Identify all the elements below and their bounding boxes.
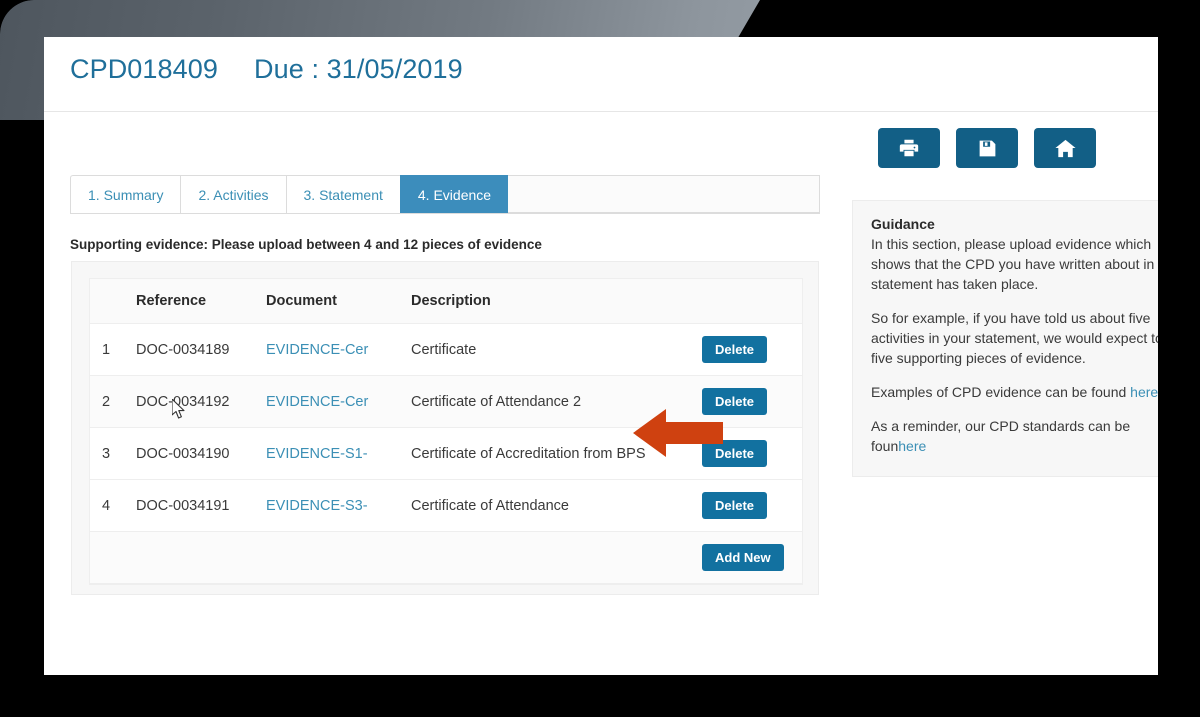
row-reference: DOC-0034189 <box>136 323 266 376</box>
guidance-panel: Guidance In this section, please upload … <box>852 200 1158 477</box>
print-button[interactable] <box>878 128 940 168</box>
row-document: EVIDENCE-Cer <box>266 375 411 428</box>
table-row: 3 DOC-0034190 EVIDENCE-S1- Certificate o… <box>90 427 802 480</box>
section-subtitle: Supporting evidence: Please upload betwe… <box>70 237 542 252</box>
print-icon <box>898 137 920 159</box>
cpd-due-date: Due : 31/05/2019 <box>254 54 463 84</box>
evidence-table-wrapper: Reference Document Description 1 DOC-003… <box>89 278 803 585</box>
row-description: Certificate of Accreditation from BPS <box>411 427 702 480</box>
table-footer-row: Add New <box>90 531 802 584</box>
tab-bar: 1. Summary 2. Activities 3. Statement 4.… <box>70 175 820 214</box>
row-actions: Delete <box>702 479 802 532</box>
device-frame: CPD018409 Due : 31/05/2019 1. Summary 2.… <box>0 0 1200 717</box>
guidance-line: shows that the CPD you have written abou… <box>871 256 1155 272</box>
table-row: 1 DOC-0034189 EVIDENCE-Cer Certificate D… <box>90 323 802 376</box>
guidance-paragraph-3: Examples of CPD evidence can be found he… <box>871 382 1158 402</box>
evidence-panel: Reference Document Description 1 DOC-003… <box>71 261 819 595</box>
toolbar <box>878 128 1096 168</box>
row-document: EVIDENCE-S3- <box>266 479 411 532</box>
row-index: 3 <box>90 427 136 480</box>
tab-statement[interactable]: 3. Statement <box>285 175 400 213</box>
cpd-standards-link[interactable]: here <box>898 438 926 454</box>
page-title: CPD018409 Due : 31/05/2019 <box>70 54 463 85</box>
add-new-button[interactable]: Add New <box>702 544 784 571</box>
tab-evidence[interactable]: 4. Evidence <box>399 175 509 213</box>
row-description: Certificate of Attendance 2 <box>411 375 702 428</box>
save-button[interactable] <box>956 128 1018 168</box>
delete-button[interactable]: Delete <box>702 440 768 467</box>
col-header-actions <box>702 279 802 324</box>
col-header-index <box>90 279 136 324</box>
guidance-paragraph-2: So for example, if you have told us abou… <box>871 308 1158 368</box>
table-row: 2 DOC-0034192 EVIDENCE-Cer Certificate o… <box>90 375 802 428</box>
evidence-table: Reference Document Description 1 DOC-003… <box>90 279 802 584</box>
cpd-reference: CPD018409 <box>70 54 219 84</box>
home-icon <box>1054 137 1077 160</box>
page-header: CPD018409 Due : 31/05/2019 <box>44 37 1158 112</box>
delete-button[interactable]: Delete <box>702 492 768 519</box>
guidance-text: Examples of CPD evidence can be found <box>871 384 1131 400</box>
row-index: 1 <box>90 323 136 376</box>
row-reference: DOC-0034192 <box>136 375 266 428</box>
col-header-description: Description <box>411 279 702 324</box>
guidance-line: So for example, if you have told us abou… <box>871 310 1151 326</box>
guidance-line: activities in your statement, we would e… <box>871 330 1158 346</box>
tab-summary[interactable]: 1. Summary <box>70 175 181 213</box>
table-header-row: Reference Document Description <box>90 279 802 324</box>
document-link[interactable]: EVIDENCE-S1- <box>266 446 368 462</box>
home-button[interactable] <box>1034 128 1096 168</box>
delete-button[interactable]: Delete <box>702 388 768 415</box>
row-actions: Delete <box>702 375 802 428</box>
row-index: 2 <box>90 375 136 428</box>
document-link[interactable]: EVIDENCE-Cer <box>266 394 368 410</box>
row-reference: DOC-0034191 <box>136 479 266 532</box>
row-document: EVIDENCE-Cer <box>266 323 411 376</box>
guidance-paragraph-1: In this section, please upload evidence … <box>871 234 1158 294</box>
row-description: Certificate <box>411 323 702 376</box>
document-link[interactable]: EVIDENCE-S3- <box>266 498 368 514</box>
row-description: Certificate of Attendance <box>411 479 702 532</box>
row-actions: Delete <box>702 427 802 480</box>
cpd-evidence-examples-link[interactable]: here <box>1130 384 1158 400</box>
row-actions: Delete <box>702 323 802 376</box>
guidance-line: In this section, please upload evidence … <box>871 236 1152 252</box>
col-header-reference: Reference <box>136 279 266 324</box>
guidance-paragraph-4: As a reminder, our CPD standards can be … <box>871 416 1158 456</box>
tab-activities[interactable]: 2. Activities <box>180 175 286 213</box>
row-reference: DOC-0034190 <box>136 427 266 480</box>
row-document: EVIDENCE-S1- <box>266 427 411 480</box>
tab-bar-filler <box>508 175 820 213</box>
document-link[interactable]: EVIDENCE-Cer <box>266 342 368 358</box>
guidance-line: statement has taken place. <box>871 276 1039 292</box>
save-icon <box>977 138 998 159</box>
guidance-title: Guidance <box>871 216 935 232</box>
guidance-line: five supporting pieces of evidence. <box>871 350 1086 366</box>
table-row: 4 DOC-0034191 EVIDENCE-S3- Certificate o… <box>90 479 802 532</box>
footer-actions: Add New <box>702 531 802 584</box>
col-header-document: Document <box>266 279 411 324</box>
delete-button[interactable]: Delete <box>702 336 768 363</box>
row-index: 4 <box>90 479 136 532</box>
browser-screen: CPD018409 Due : 31/05/2019 1. Summary 2.… <box>44 37 1158 675</box>
